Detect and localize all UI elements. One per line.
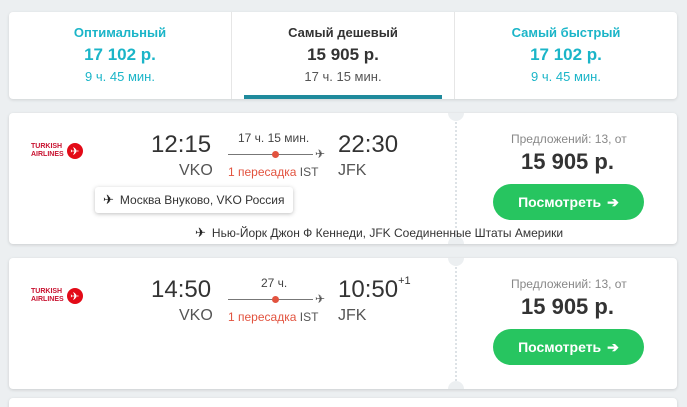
arrival-time: 10:50+1	[338, 275, 411, 304]
airplane-icon: ✈	[314, 292, 325, 306]
route-line: ✈	[228, 292, 325, 306]
tab-duration: 9 ч. 45 мин.	[531, 69, 601, 84]
view-offer-button[interactable]: Посмотреть ➔	[493, 329, 644, 365]
airline-name-line: TURKISH	[31, 143, 63, 150]
offers-count: Предложений: 13, от	[511, 277, 627, 291]
tab-price: 15 905 р.	[307, 45, 379, 64]
arrival-airport-code[interactable]: JFK	[338, 307, 366, 325]
arrival-airport-tooltip: ✈ Нью-Йорк Джон Ф Кеннеди, JFK Соединенн…	[195, 220, 563, 246]
stops-info: 1 пересадка IST	[228, 165, 318, 179]
stops-info: 1 пересадка IST	[228, 310, 318, 324]
departure-airport-code[interactable]: VKO	[179, 307, 213, 325]
ticket-price: 15 905 р.	[521, 294, 614, 319]
stop-hub: IST	[299, 310, 319, 324]
ticket-price: 15 905 р.	[521, 149, 614, 174]
tab-price: 17 102 р.	[530, 45, 602, 64]
tab-fastest[interactable]: Самый быстрый 17 102 р. 9 ч. 45 мин.	[454, 12, 677, 99]
active-tab-indicator	[244, 95, 442, 99]
tab-duration: 9 ч. 45 мин.	[85, 69, 155, 84]
departure-airport-tooltip: ✈ Москва Внуково, VKO Россия	[95, 187, 293, 213]
flight-duration: 27 ч.	[261, 276, 288, 290]
tab-cheapest[interactable]: Самый дешевый 15 905 р. 17 ч. 15 мин.	[231, 12, 454, 99]
offers-count: Предложений: 13, от	[511, 132, 627, 146]
arrival-airport-full-name: Нью-Йорк Джон Ф Кеннеди, JFK Соединенные…	[211, 226, 564, 240]
tab-duration: 17 ч. 15 мин.	[304, 69, 382, 84]
tab-title: Самый дешевый	[288, 25, 398, 40]
arrival-day-offset: +1	[398, 275, 411, 287]
departure-time: 14:50	[151, 276, 212, 303]
ticket-card[interactable]: TURKISH AIRLINES ✈ 14:50 VKO 27 ч. ✈ 1 п…	[9, 258, 677, 389]
arrow-right-icon: ➔	[607, 338, 619, 355]
stop-dot	[271, 296, 279, 303]
arrival-airport-code[interactable]: JFK	[338, 162, 366, 180]
ticket-notch	[448, 113, 464, 121]
stops-count: 1 пересадка	[228, 310, 297, 324]
arrival-time: 22:30	[338, 131, 398, 159]
stop-dot	[271, 151, 279, 158]
departure-time: 12:15	[151, 131, 212, 158]
departure-airport-full-name: Москва Внуково, VKO Россия	[119, 193, 285, 207]
route-line: ✈	[228, 147, 325, 161]
tab-optimal[interactable]: Оптимальный 17 102 р. 9 ч. 45 мин.	[9, 12, 231, 99]
view-offer-label: Посмотреть	[518, 339, 602, 355]
sort-tabs: Оптимальный 17 102 р. 9 ч. 45 мин. Самый…	[9, 12, 677, 99]
arrival-time-value: 22:30	[338, 131, 399, 158]
turkish-airlines-logo-icon: ✈	[66, 288, 83, 304]
ticket-notch	[448, 258, 464, 266]
stop-hub: IST	[299, 165, 319, 179]
tab-title: Оптимальный	[73, 25, 167, 40]
view-offer-label: Посмотреть	[518, 194, 602, 210]
tab-price: 17 102 р.	[84, 45, 156, 64]
airline-name-line: AIRLINES	[31, 151, 64, 158]
airplane-icon: ✈	[103, 192, 114, 207]
arrow-right-icon: ➔	[607, 193, 619, 210]
airline-logo: TURKISH AIRLINES ✈	[31, 288, 83, 304]
airline-name-line: TURKISH	[31, 288, 63, 295]
airline-logo: TURKISH AIRLINES ✈	[31, 143, 83, 159]
airline-name-line: AIRLINES	[31, 296, 64, 303]
departure-airport-code[interactable]: VKO	[179, 162, 213, 180]
ticket-notch	[448, 381, 464, 389]
turkish-airlines-logo-icon: ✈	[66, 143, 83, 159]
tab-title: Самый быстрый	[511, 25, 621, 40]
arrival-time-value: 10:50	[338, 276, 399, 303]
airplane-icon: ✈	[314, 147, 325, 161]
ticket-card-partial[interactable]	[9, 398, 677, 407]
ticket-divider	[455, 258, 457, 389]
view-offer-button[interactable]: Посмотреть ➔	[493, 184, 644, 220]
stops-count: 1 пересадка	[228, 165, 297, 179]
airplane-icon: ✈	[195, 225, 206, 240]
flight-duration: 17 ч. 15 мин.	[238, 131, 310, 145]
